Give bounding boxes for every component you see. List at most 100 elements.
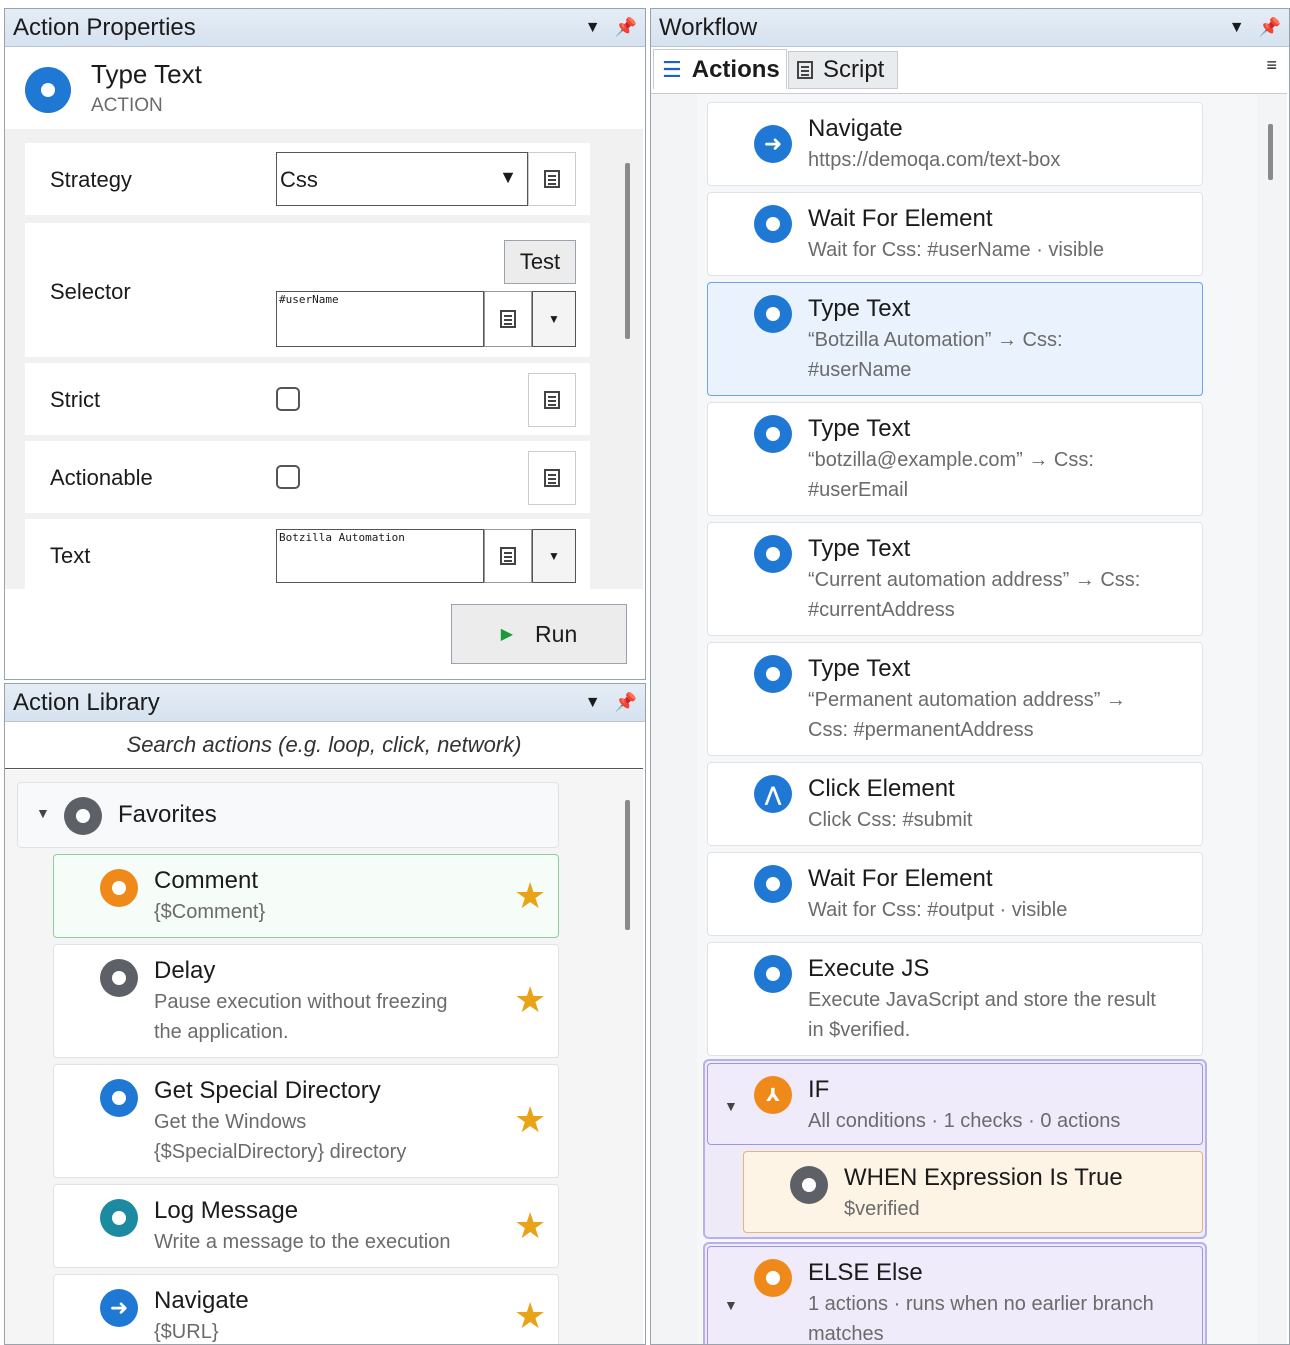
item-title: Comment — [154, 867, 259, 894]
strategy-label: Strategy — [50, 167, 132, 192]
else-header[interactable]: ▼ ELSE Else 1 actions · runs when no ear… — [707, 1246, 1203, 1344]
script-icon — [500, 310, 516, 328]
selector-value: #userName — [279, 293, 339, 306]
library-scrollbar[interactable] — [625, 800, 630, 930]
dropdown-arrow-icon[interactable]: ▼ — [585, 19, 601, 37]
library-item-comment[interactable]: Comment {$Comment} ★ — [53, 854, 559, 938]
step-description: https://demoqa.com/text-box — [808, 149, 1061, 171]
log-icon — [100, 1199, 138, 1237]
pin-icon[interactable]: 📌 — [1259, 17, 1281, 38]
workflow-step[interactable]: Execute JS Execute JavaScript and store … — [707, 942, 1203, 1056]
else-description: 1 actions · runs when no earlier branch — [808, 1293, 1154, 1315]
favorite-star-icon[interactable]: ★ — [514, 875, 546, 917]
type-text-icon — [754, 415, 792, 453]
tab-actions[interactable]: ☰ Actions — [653, 49, 787, 89]
item-description-line2: {$SpecialDirectory} directory — [154, 1141, 407, 1163]
dropdown-arrow-icon[interactable]: ▼ — [585, 694, 601, 712]
actionable-label: Actionable — [50, 465, 153, 490]
selector-script-button[interactable] — [484, 291, 532, 347]
library-item-navigate[interactable]: ➜ Navigate {$URL} ★ — [53, 1274, 559, 1344]
workflow-step[interactable]: Type Text “Permanent automation address”… — [707, 642, 1203, 756]
workflow-step-selected[interactable]: Type Text “Botzilla Automation” → Css: #… — [707, 282, 1203, 396]
text-input[interactable]: Botzilla Automation — [276, 529, 484, 583]
step-description: “botzilla@example.com” → Css: — [808, 449, 1094, 471]
workflow-scrollbar[interactable] — [1268, 124, 1273, 180]
panel-title: Workflow — [659, 13, 758, 41]
favorites-group[interactable]: ▼ Favorites — [17, 782, 559, 848]
script-icon — [544, 469, 560, 487]
favorite-star-icon[interactable]: ★ — [514, 1099, 546, 1141]
tab-actions-label: Actions — [691, 55, 780, 83]
step-title: Click Element — [808, 775, 955, 802]
workflow-step[interactable]: ➜ Navigate https://demoqa.com/text-box — [707, 102, 1203, 186]
workflow-step[interactable]: Wait For Element Wait for Css: #userName… — [707, 192, 1203, 276]
test-button[interactable]: Test — [504, 240, 576, 284]
else-title: ELSE Else — [808, 1259, 923, 1286]
selector-dropdown-button[interactable]: ▼ — [532, 291, 576, 347]
search-input[interactable]: Search actions (e.g. loop, click, networ… — [5, 722, 643, 769]
chevron-down-icon: ▼ — [548, 312, 560, 326]
item-description-line2: the application. — [154, 1021, 289, 1043]
when-title: WHEN Expression Is True — [844, 1164, 1123, 1191]
strategy-select[interactable]: Css ▼ — [276, 152, 528, 206]
dropdown-arrow-icon[interactable]: ▼ — [1229, 19, 1245, 37]
header-tools: ▼ 📌 — [585, 692, 637, 713]
favorite-star-icon[interactable]: ★ — [514, 1205, 546, 1247]
text-label: Text — [50, 543, 91, 568]
step-description-line2: in $verified. — [808, 1019, 911, 1041]
workflow-step[interactable]: Type Text “botzilla@example.com” → Css: … — [707, 402, 1203, 516]
tab-script[interactable]: Script — [788, 51, 898, 89]
step-description-line2: #currentAddress — [808, 599, 955, 621]
step-title: Wait For Element — [808, 865, 993, 892]
step-title: Type Text — [808, 655, 911, 682]
delay-icon — [100, 959, 138, 997]
step-title: Execute JS — [808, 955, 930, 982]
pin-icon[interactable]: 📌 — [615, 692, 637, 713]
else-icon — [754, 1259, 792, 1297]
favorite-star-icon[interactable]: ★ — [514, 1295, 546, 1337]
actionable-checkbox[interactable] — [276, 465, 300, 489]
strict-label: Strict — [50, 387, 101, 412]
properties-scrollbar[interactable] — [625, 163, 630, 339]
step-description-line2: #userName — [808, 359, 912, 381]
run-button[interactable]: ▶ Run — [451, 604, 627, 664]
selector-input[interactable]: #userName — [276, 291, 484, 347]
workflow-step[interactable]: Type Text “Current automation address” →… — [707, 522, 1203, 636]
library-item-log-message[interactable]: Log Message Write a message to the execu… — [53, 1184, 559, 1268]
when-block[interactable]: WHEN Expression Is True $verified — [743, 1151, 1203, 1233]
step-description: “Permanent automation address” → — [808, 689, 1126, 711]
chevron-down-icon[interactable]: ▼ — [724, 1297, 738, 1313]
workflow-step[interactable]: ⋀ Click Element Click Css: #submit — [707, 762, 1203, 846]
action-properties-header: Action Properties ▼ 📌 — [5, 9, 645, 47]
overflow-menu-icon[interactable]: ≡ — [1266, 55, 1277, 76]
step-description: Click Css: #submit — [808, 809, 973, 831]
properties-list: Strategy Css ▼ Selector Test #userName ▼ — [5, 129, 643, 589]
step-description: Execute JavaScript and store the result — [808, 989, 1156, 1011]
library-list: ▼ Favorites Comment {$Comment} ★ Delay P… — [5, 770, 643, 1344]
strategy-script-button[interactable] — [528, 152, 576, 206]
item-description: {$URL} — [154, 1321, 219, 1343]
type-text-icon — [754, 655, 792, 693]
pin-icon[interactable]: 📌 — [615, 17, 637, 38]
action-title: Type Text — [91, 59, 202, 89]
selector-label: Selector — [50, 279, 131, 304]
strict-checkbox[interactable] — [276, 387, 300, 411]
chevron-down-icon[interactable]: ▼ — [724, 1098, 738, 1114]
favorite-star-icon[interactable]: ★ — [514, 979, 546, 1021]
if-header[interactable]: ▼ ⅄ IF All conditions · 1 checks · 0 act… — [707, 1063, 1203, 1145]
search-placeholder: Search actions (e.g. loop, click, networ… — [126, 732, 522, 757]
library-item-delay[interactable]: Delay Pause execution without freezing t… — [53, 944, 559, 1058]
actionable-script-button[interactable] — [528, 451, 576, 505]
chevron-down-icon: ▼ — [548, 549, 560, 563]
step-description: “Botzilla Automation” → Css: — [808, 329, 1063, 351]
arrow-right-icon: ➜ — [100, 1289, 138, 1327]
branch-icon: ⅄ — [754, 1076, 792, 1114]
test-button-label: Test — [519, 249, 561, 274]
text-dropdown-button[interactable]: ▼ — [532, 529, 576, 583]
text-script-button[interactable] — [484, 529, 532, 583]
workflow-step[interactable]: Wait For Element Wait for Css: #output ·… — [707, 852, 1203, 936]
script-icon — [544, 391, 560, 409]
strict-row: Strict — [25, 363, 590, 435]
library-item-get-special-directory[interactable]: Get Special Directory Get the Windows {$… — [53, 1064, 559, 1178]
strict-script-button[interactable] — [528, 373, 576, 427]
